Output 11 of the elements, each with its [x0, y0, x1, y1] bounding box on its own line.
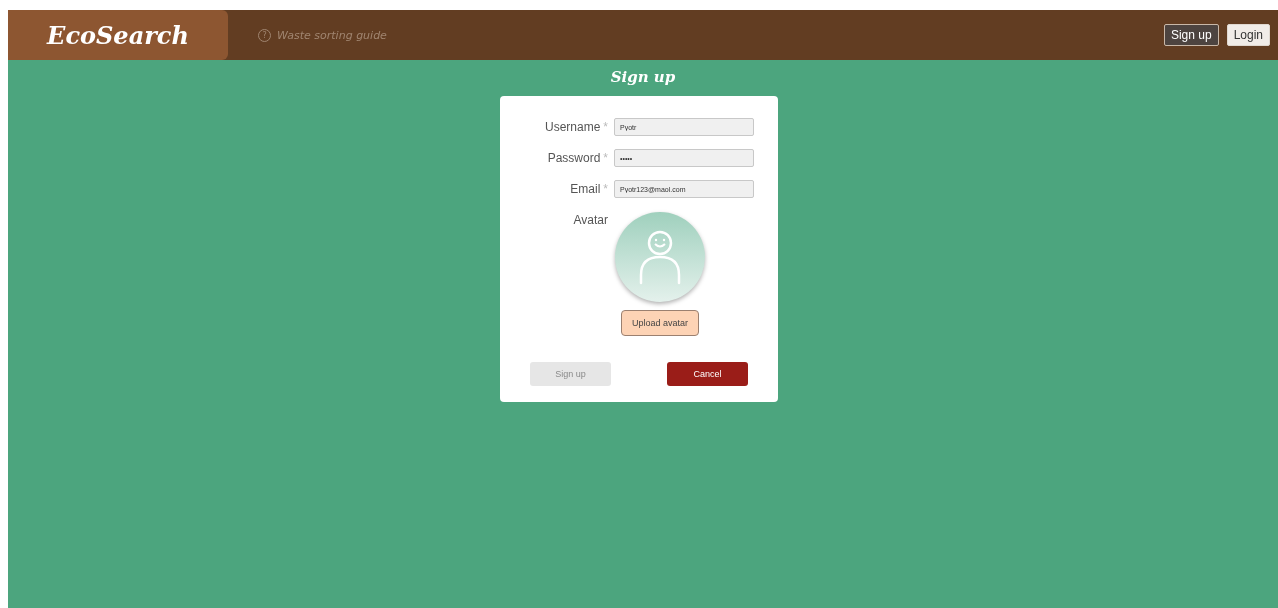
login-button[interactable]: Login [1226, 24, 1270, 46]
field-label: Password * [546, 151, 608, 165]
cancel-button[interactable]: Cancel [667, 362, 748, 386]
upload-avatar-button[interactable]: Upload avatar [620, 310, 699, 336]
page-title: Sign up [610, 68, 676, 86]
field-label: Avatar [572, 213, 608, 227]
field-label: Email * [569, 182, 608, 196]
avatar-icon [614, 211, 706, 303]
field-label: Username * [543, 120, 608, 134]
logo[interactable]: EcoSearch [8, 10, 228, 60]
sign-up-button[interactable]: Sign up [1163, 24, 1219, 46]
